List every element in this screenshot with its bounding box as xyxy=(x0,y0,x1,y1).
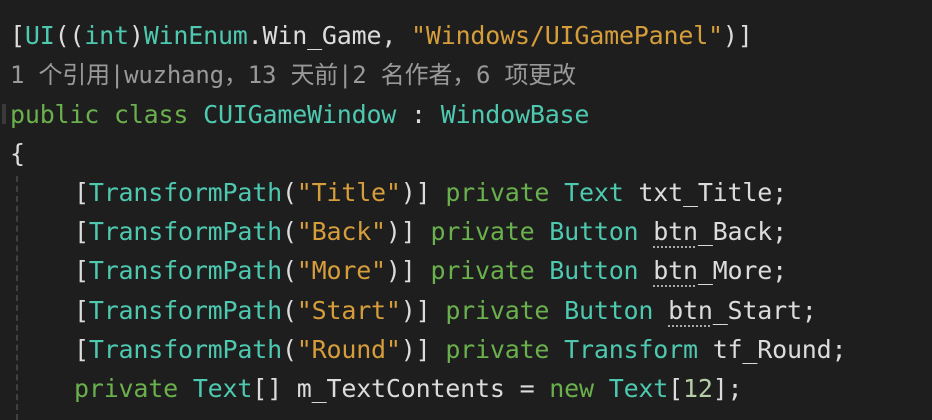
token: , xyxy=(381,21,412,50)
token-string: "More" xyxy=(296,256,386,285)
token-keyword: private xyxy=(74,374,178,403)
token: )] xyxy=(400,178,431,207)
token-attribute: UI xyxy=(24,21,55,50)
code-line-field[interactable]: [TransformPath("More")] private Button b… xyxy=(10,251,787,290)
code-line-attribute[interactable]: [UI((int)WinEnum.Win_Game, "Windows/UIGa… xyxy=(10,16,753,55)
token-attribute: TransformPath xyxy=(88,335,282,364)
token-string: "Round" xyxy=(296,335,401,364)
token-enum: WinEnum xyxy=(143,21,248,50)
token: ; xyxy=(772,217,787,246)
token-attribute: TransformPath xyxy=(88,296,282,325)
token-member: Win_Game xyxy=(262,21,382,50)
change-marker xyxy=(2,104,6,124)
token: ( xyxy=(281,256,297,285)
token: ; xyxy=(801,296,817,325)
token: ( xyxy=(281,178,297,207)
token: ( xyxy=(281,217,297,246)
token-class-name: CUIGameWindow xyxy=(203,100,397,129)
token-type: Text xyxy=(608,374,669,403)
token: [] xyxy=(252,374,282,403)
token-type: Text xyxy=(564,178,624,207)
code-line-array-field[interactable]: private Text[] m_TextContents = new Text… xyxy=(10,369,743,408)
token-type: Button xyxy=(549,217,639,246)
code-line-brace[interactable]: { xyxy=(10,134,25,173)
token-field-name: _More xyxy=(697,256,773,285)
token-string: "Windows/UIGamePanel" xyxy=(411,21,723,50)
code-line-field[interactable]: [TransformPath("Round")] private Transfo… xyxy=(10,330,847,369)
token: ; xyxy=(772,178,787,207)
token: [ xyxy=(74,256,89,285)
token-string: "Title" xyxy=(296,178,401,207)
token-number: 12 xyxy=(682,374,713,403)
token: ( xyxy=(281,335,297,364)
token-keyword: private xyxy=(445,335,550,364)
token-string: "Start" xyxy=(296,296,401,325)
token-keyword: private xyxy=(445,178,550,207)
token: )] xyxy=(385,256,416,285)
token-type: Text xyxy=(192,374,253,403)
code-line-field[interactable]: [TransformPath("Start")] private Button … xyxy=(10,291,817,330)
token-field-name-prefix[interactable]: btn xyxy=(668,296,713,325)
token: [ xyxy=(668,374,683,403)
token-type: Transform xyxy=(564,335,698,364)
token: (( xyxy=(54,21,85,50)
token-keyword: new xyxy=(549,374,594,403)
token-field-name-prefix[interactable]: btn xyxy=(653,256,698,285)
token: ; xyxy=(831,335,847,364)
token: )] xyxy=(400,335,431,364)
token: ( xyxy=(281,296,297,325)
token-field-name-prefix[interactable]: btn xyxy=(653,217,698,246)
token-field-name: _Start xyxy=(712,296,802,325)
token-keyword: public xyxy=(10,100,100,129)
token: [ xyxy=(74,296,89,325)
token-attribute: TransformPath xyxy=(88,256,282,285)
code-line-field[interactable]: [TransformPath("Title")] private Text tx… xyxy=(10,173,787,212)
token-type: Button xyxy=(564,296,654,325)
token: )] xyxy=(385,217,416,246)
token-attribute: TransformPath xyxy=(88,217,282,246)
code-editor[interactable]: [UI((int)WinEnum.Win_Game, "Windows/UIGa… xyxy=(0,0,932,420)
token: [ xyxy=(10,21,25,50)
token: [ xyxy=(74,178,89,207)
token: )] xyxy=(400,296,431,325)
token-keyword: private xyxy=(430,217,535,246)
token: )] xyxy=(722,21,753,50)
token-keyword: class xyxy=(113,100,189,129)
codelens-info[interactable]: 1 个引用|wuzhang，13 天前|2 名作者，6 项更改 xyxy=(10,56,576,95)
token-type: Button xyxy=(549,256,639,285)
token-string: "Back" xyxy=(296,217,386,246)
token-field-name: txt_Title xyxy=(638,178,773,207)
token-keyword: private xyxy=(430,256,535,285)
token-keyword: private xyxy=(445,296,550,325)
token-field-name: _Back xyxy=(697,217,773,246)
token-field-name: m_TextContents xyxy=(296,374,505,403)
token: : xyxy=(411,100,426,129)
token: [ xyxy=(74,335,89,364)
token-attribute: TransformPath xyxy=(88,178,282,207)
token-keyword: int xyxy=(84,21,129,50)
token: ]; xyxy=(712,374,743,403)
code-line-field[interactable]: [TransformPath("Back")] private Button b… xyxy=(10,212,787,251)
token: { xyxy=(10,139,25,168)
token: . xyxy=(247,21,263,50)
token: [ xyxy=(74,217,89,246)
code-line-class-declaration[interactable]: public class CUIGameWindow : WindowBase xyxy=(10,95,589,134)
token: = xyxy=(519,374,535,403)
token: ; xyxy=(772,256,787,285)
token: ) xyxy=(128,21,144,50)
token-base-class: WindowBase xyxy=(440,100,590,129)
token-field-name: tf_Round xyxy=(712,335,832,364)
